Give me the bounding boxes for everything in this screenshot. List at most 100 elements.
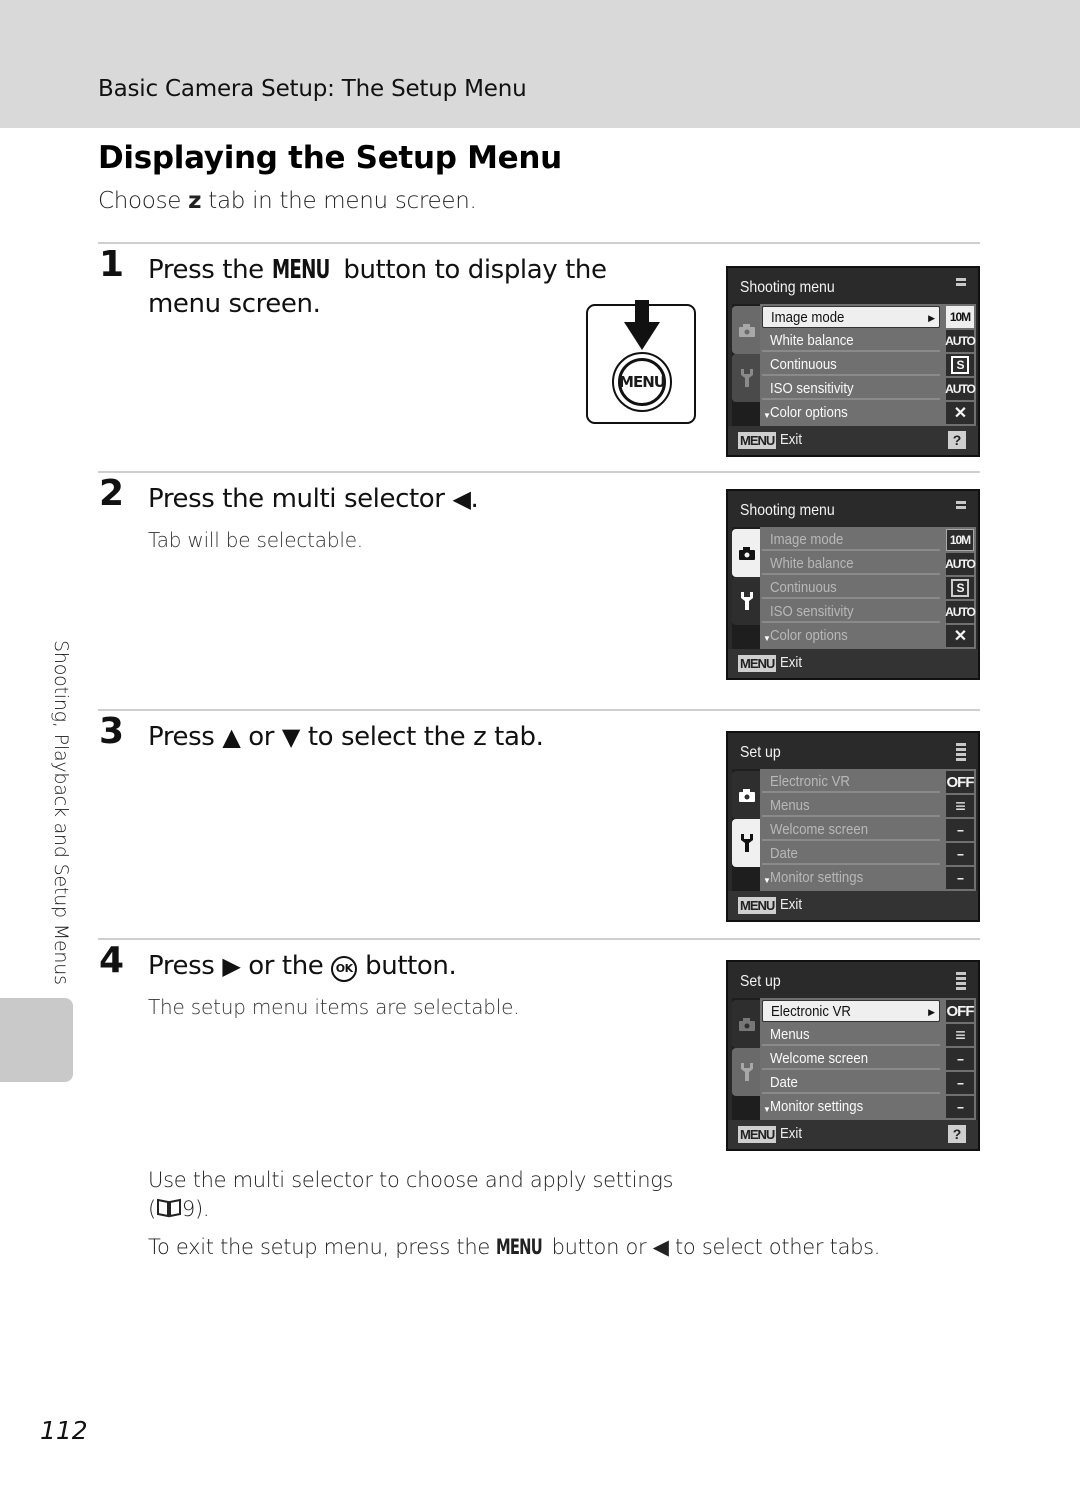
menu-item-label: Date — [770, 845, 798, 862]
menu-list: Image mode ▶ 10M White balance AUTO Conti… — [760, 304, 976, 426]
menu-item-color-options[interactable]: ▼ Color options — [762, 625, 940, 647]
continuous-single-icon: S — [951, 579, 969, 597]
step-text-part: to select the z tab. — [307, 722, 544, 752]
step-text-part: . — [470, 484, 479, 514]
tab-setup[interactable] — [732, 819, 762, 867]
submenu-caret-icon: ▶ — [928, 1007, 935, 1017]
menu-tabs — [732, 769, 762, 891]
menu-item-image-mode[interactable]: Image mode — [762, 529, 940, 551]
value-electronic-vr: OFF — [946, 1000, 975, 1022]
scroll-indicator — [956, 501, 966, 511]
step-text-part: Press the multi selector — [148, 484, 445, 514]
setup-tab-glyph: z — [188, 188, 202, 214]
exit-label: Exit — [780, 896, 803, 913]
step-number: 3 — [99, 711, 125, 752]
continuous-single-icon: S — [951, 356, 969, 374]
camera-screen-4: Set up Electronic VR ▶ OFF Menus ≡ Welcom… — [726, 960, 980, 1151]
menu-item-white-balance[interactable]: White balance — [762, 553, 940, 575]
menu-item-iso-sensitivity[interactable]: ISO sensitivity — [762, 601, 940, 623]
value-white-balance: AUTO — [945, 553, 976, 575]
scroll-indicator — [956, 743, 966, 763]
step-3-text: Press ▲ or ▼ to select the z tab. — [148, 720, 544, 754]
menu-item-welcome-screen[interactable]: Welcome screen — [762, 819, 940, 841]
step-4-subtext: The setup menu items are selectable. — [148, 995, 520, 1019]
step-text-part: menu screen. — [148, 289, 321, 319]
menu-item-label: Welcome screen — [770, 821, 869, 838]
help-icon[interactable]: ? — [948, 1125, 966, 1143]
menu-item-label: White balance — [770, 332, 854, 349]
tab-shooting[interactable] — [732, 1000, 762, 1048]
menu-chip: MENU — [738, 432, 777, 449]
tab-setup[interactable] — [732, 1048, 762, 1096]
step-number: 2 — [99, 473, 125, 514]
menu-item-white-balance[interactable]: White balance — [762, 330, 940, 352]
tab-setup[interactable] — [732, 354, 762, 402]
page-number: 112 — [40, 1416, 88, 1445]
ref-page-link[interactable]: 9). — [182, 1197, 210, 1221]
step-text-part: or the — [248, 951, 324, 981]
divider — [98, 242, 980, 244]
menu-button-label: MENU — [618, 358, 666, 406]
menu-item-electronic-vr[interactable]: Electronic VR ▶ — [762, 1000, 940, 1022]
menu-item-image-mode[interactable]: Image mode ▶ — [762, 306, 940, 328]
menu-item-label: Electronic VR — [771, 1003, 851, 1020]
menu-item-label: Continuous — [770, 579, 837, 596]
value-iso-sensitivity: AUTO — [945, 378, 976, 400]
screen-footer: MENU Exit — [728, 649, 978, 678]
menu-item-label: White balance — [770, 555, 854, 572]
ref-open: ( — [148, 1197, 156, 1221]
tab-shooting[interactable] — [732, 771, 762, 819]
step-2-subtext: Tab will be selectable. — [148, 528, 363, 552]
value-date: -- — [946, 1072, 974, 1094]
menu-button-glyph: MENU — [271, 255, 330, 285]
menu-item-iso-sensitivity[interactable]: ISO sensitivity — [762, 378, 940, 400]
step-number: 4 — [99, 940, 125, 981]
screen-footer: MENU Exit — [728, 891, 978, 920]
menu-item-continuous[interactable]: Continuous — [762, 577, 940, 599]
menu-item-monitor-settings[interactable]: ▼ Monitor settings — [762, 1096, 940, 1118]
value-monitor-settings: -- — [946, 867, 974, 889]
menus-list-icon: ≡ — [946, 1024, 974, 1046]
menu-item-electronic-vr[interactable]: Electronic VR — [762, 771, 940, 793]
menu-item-continuous[interactable]: Continuous — [762, 354, 940, 376]
menu-tabs — [732, 527, 762, 649]
menu-item-date[interactable]: Date — [762, 843, 940, 865]
menu-item-monitor-settings[interactable]: ▼ Monitor settings — [762, 867, 940, 889]
tab-shooting[interactable] — [732, 306, 762, 354]
screen-title: Shooting menu — [740, 502, 835, 519]
ok-button-icon: OK — [331, 956, 358, 982]
menu-item-welcome-screen[interactable]: Welcome screen — [762, 1048, 940, 1070]
menu-item-menus[interactable]: Menus — [762, 795, 940, 817]
intro-text: Choose z tab in the menu screen. — [98, 188, 477, 214]
menu-item-label: Color options — [770, 404, 848, 421]
menu-item-menus[interactable]: Menus — [762, 1024, 940, 1046]
menu-chip: MENU — [738, 897, 777, 914]
menu-button-circle: MENU — [612, 352, 672, 412]
menu-item-color-options[interactable]: ▼ Color options — [762, 402, 940, 424]
tab-shooting[interactable] — [732, 529, 762, 577]
value-continuous: S — [946, 577, 974, 599]
note-line-3: To exit the setup menu, press the MENU b… — [148, 1235, 880, 1259]
screen-title: Set up — [740, 973, 781, 990]
multi-selector-left-icon: ◀ — [652, 1235, 669, 1259]
value-monitor-settings: -- — [946, 1096, 974, 1118]
menu-item-label: Color options — [770, 627, 848, 644]
menu-button-illustration: MENU — [586, 300, 696, 424]
multi-selector-down-icon: ▼ — [281, 723, 300, 751]
book-icon — [156, 1198, 181, 1218]
wrench-icon — [741, 1063, 753, 1081]
value-image-mode: 10M — [946, 529, 974, 551]
menu-item-label: ISO sensitivity — [770, 603, 854, 620]
page-title: Displaying the Setup Menu — [98, 140, 562, 176]
chapter-side-label: Shooting, Playback and Setup Menus — [50, 640, 72, 985]
value-white-balance: AUTO — [945, 330, 976, 352]
multi-selector-up-icon: ▲ — [222, 723, 241, 751]
menu-tabs — [732, 304, 762, 426]
intro-before: Choose — [98, 188, 182, 214]
section-title: Basic Camera Setup: The Setup Menu — [98, 76, 527, 102]
wrench-icon — [741, 592, 753, 610]
menu-item-date[interactable]: Date — [762, 1072, 940, 1094]
divider — [98, 471, 980, 473]
tab-setup[interactable] — [732, 577, 762, 625]
help-icon[interactable]: ? — [948, 431, 966, 449]
